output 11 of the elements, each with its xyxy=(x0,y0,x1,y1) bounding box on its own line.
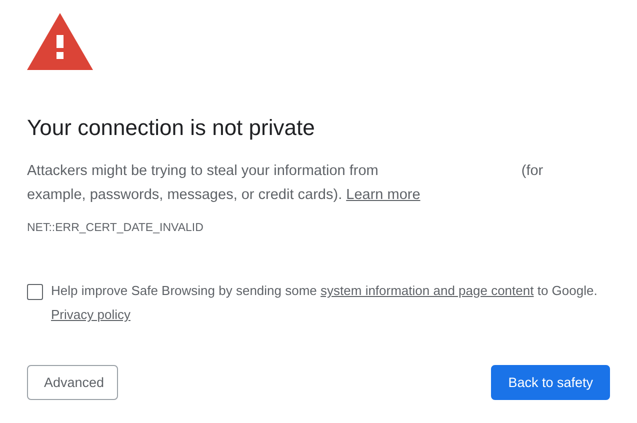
description-text: Attackers might be trying to steal your information from (for example, passwords, messages, or credit cards). Learn more xyxy=(27,162,544,205)
back-to-safety-button[interactable]: Back to safety xyxy=(491,365,610,400)
checkbox[interactable] xyxy=(27,284,43,300)
page-heading: Your connection is not private xyxy=(27,114,316,142)
error-code: NET::ERR_CERT_DATE_INVALID xyxy=(27,221,204,235)
safe-browsing-text: Help improve Safe Browsing by sending some system information and page content to Google. Privacy policy xyxy=(51,282,598,324)
privacy-policy-link[interactable]: Privacy policy xyxy=(51,307,130,322)
advanced-button[interactable]: Advanced xyxy=(27,365,118,400)
system-information-link[interactable]: system information and page content xyxy=(320,283,534,298)
warning-icon xyxy=(27,13,93,70)
learn-more-link[interactable]: Learn more xyxy=(346,187,420,203)
